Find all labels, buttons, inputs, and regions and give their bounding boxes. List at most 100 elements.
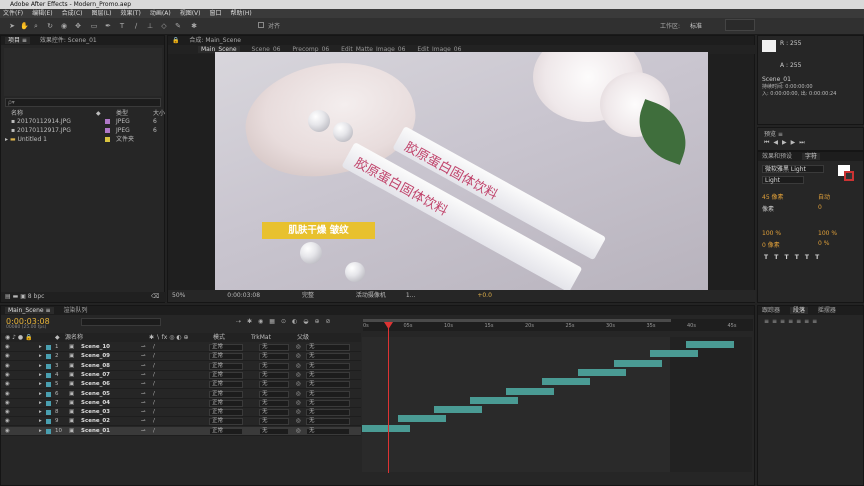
font-style-select[interactable]: Light bbox=[762, 176, 804, 184]
mode-select[interactable]: 正常 bbox=[209, 362, 243, 370]
lock-icon[interactable]: 🔒 bbox=[172, 37, 179, 44]
leading-value[interactable]: 自动 bbox=[818, 192, 830, 201]
trkmat-select[interactable]: 无 bbox=[259, 409, 289, 417]
menu-view[interactable]: 视图(V) bbox=[180, 9, 201, 18]
pickwhip-icon[interactable]: ◎ bbox=[296, 380, 301, 389]
quality-switch-icon[interactable]: ∕ bbox=[153, 343, 155, 352]
menu-composition[interactable]: 合成(C) bbox=[62, 9, 83, 18]
work-area-range[interactable] bbox=[363, 319, 671, 322]
trkmat-select[interactable]: 无 bbox=[259, 344, 289, 351]
layer-duration-bar[interactable] bbox=[614, 359, 662, 367]
tab-main-scene-timeline[interactable]: Main_Scene ≡ bbox=[5, 307, 54, 314]
eye-icon[interactable]: ◉ bbox=[5, 408, 10, 417]
pickwhip-icon[interactable]: ◎ bbox=[296, 427, 301, 436]
eraser-tool-icon[interactable]: ◇ bbox=[160, 22, 168, 30]
col-name[interactable]: 名称 bbox=[11, 110, 23, 117]
trkmat-select[interactable]: 无 bbox=[259, 390, 289, 398]
list-item[interactable]: ▪ 20170112917.JPG JPEG 6 bbox=[1, 126, 166, 135]
first-frame-icon[interactable]: ⏮ bbox=[764, 139, 773, 146]
tab-character[interactable]: 字符 bbox=[801, 153, 820, 160]
exposure-value[interactable]: +0.0 bbox=[477, 292, 492, 299]
expand-arrow-icon[interactable]: ▸ bbox=[5, 136, 8, 143]
table-row[interactable]: ◉ ▸ 2 ▣ Scene_09 ⊸ ∕ 正常 无 ◎ 无 bbox=[1, 352, 361, 362]
tab-effects-presets[interactable]: 效果和预设 bbox=[762, 153, 792, 160]
layer-name[interactable]: Scene_03 bbox=[81, 408, 110, 417]
mode-select[interactable]: 正常 bbox=[209, 381, 243, 389]
next-frame-icon[interactable]: ▶ bbox=[791, 139, 800, 146]
tab-tracker[interactable]: 跟踪器 bbox=[762, 307, 780, 314]
new-folder-icon[interactable]: ▬ bbox=[13, 293, 19, 300]
paragraph-align-buttons[interactable]: ≡≡≡≡≡≡≡ bbox=[764, 318, 820, 325]
trkmat-select[interactable]: 无 bbox=[259, 399, 289, 407]
tsume-value[interactable]: 0 % bbox=[818, 240, 829, 247]
parent-select[interactable]: 无 bbox=[306, 409, 350, 417]
layer-name[interactable]: Scene_07 bbox=[81, 371, 110, 380]
table-row[interactable]: ◉ ▸ 4 ▣ Scene_07 ⊸ ∕ 正常 无 ◎ 无 bbox=[1, 371, 361, 380]
timeline-switch-icons[interactable]: ⇢✱◉▦⊙◐◒⊕⊘ bbox=[236, 318, 337, 325]
expand-arrow-icon[interactable]: ▸ bbox=[39, 362, 42, 371]
table-row[interactable]: ◉ ▸ 8 ▣ Scene_03 ⊸ ∕ 正常 无 ◎ 无 bbox=[1, 408, 361, 418]
font-family-select[interactable]: 微软雅黑 Light bbox=[762, 165, 824, 173]
search-help-field[interactable] bbox=[725, 19, 755, 31]
table-row[interactable]: ◉ ▸ 7 ▣ Scene_04 ⊸ ∕ 正常 无 ◎ 无 bbox=[1, 399, 361, 408]
menu-effect[interactable]: 效果(T) bbox=[121, 9, 141, 18]
layer-duration-bar[interactable] bbox=[434, 406, 482, 414]
label-color-swatch[interactable] bbox=[46, 363, 51, 369]
new-comp-icon[interactable]: ▣ bbox=[20, 293, 26, 300]
layer-duration-bar[interactable] bbox=[650, 350, 698, 358]
expand-arrow-icon[interactable]: ▸ bbox=[39, 408, 42, 417]
quality-switch-icon[interactable]: ∕ bbox=[153, 371, 155, 380]
pickwhip-icon[interactable]: ◎ bbox=[296, 362, 301, 371]
shy-switch-icon[interactable]: ⊸ bbox=[141, 371, 146, 380]
parent-select[interactable]: 无 bbox=[306, 344, 350, 351]
layer-duration-bar[interactable] bbox=[686, 341, 734, 348]
eye-icon[interactable]: ◉ bbox=[5, 352, 10, 361]
type-tool-icon[interactable]: T bbox=[118, 22, 126, 30]
snap-checkbox[interactable] bbox=[258, 22, 264, 28]
timecode-display[interactable]: 0:00:03:08 bbox=[227, 292, 260, 299]
quality-switch-icon[interactable]: ∕ bbox=[153, 390, 155, 399]
layer-duration-bar[interactable] bbox=[470, 396, 518, 404]
expand-arrow-icon[interactable]: ▸ bbox=[39, 390, 42, 399]
parent-select[interactable]: 无 bbox=[306, 418, 350, 426]
pickwhip-icon[interactable]: ◎ bbox=[296, 399, 301, 408]
shy-switch-icon[interactable]: ⊸ bbox=[141, 417, 146, 426]
parent-select[interactable]: 无 bbox=[306, 390, 350, 398]
menu-file[interactable]: 文件(F) bbox=[3, 9, 23, 18]
tab-paragraph[interactable]: 段落 bbox=[789, 307, 808, 314]
brush-tool-icon[interactable]: ∕ bbox=[132, 22, 140, 30]
prev-frame-icon[interactable]: ◀ bbox=[773, 139, 782, 146]
vertical-scale-value[interactable]: 100 % bbox=[762, 230, 781, 237]
layer-name[interactable]: Scene_02 bbox=[81, 417, 110, 426]
table-row[interactable]: ◉ ▸ 10 ▣ Scene_01 ⊸ ∕ 正常 无 ◎ 无 bbox=[1, 426, 361, 436]
project-search-input[interactable]: ρ▾ bbox=[5, 98, 161, 107]
col-trkmat[interactable]: TrkMat bbox=[251, 333, 271, 342]
tab-render-queue[interactable]: 渲染队列 bbox=[63, 307, 87, 314]
list-item[interactable]: ▪ 20170112914.JPG JPEG 6 bbox=[1, 117, 166, 126]
quality-switch-icon[interactable]: ∕ bbox=[153, 408, 155, 417]
rectangle-tool-icon[interactable]: ▭ bbox=[90, 22, 98, 30]
layer-name[interactable]: Scene_09 bbox=[81, 352, 110, 361]
layer-duration-bar[interactable] bbox=[362, 424, 410, 432]
shy-switch-icon[interactable]: ⊸ bbox=[141, 408, 146, 417]
pickwhip-icon[interactable]: ◎ bbox=[296, 390, 301, 399]
trkmat-select[interactable]: 无 bbox=[259, 381, 289, 389]
menu-layer[interactable]: 图层(L) bbox=[92, 9, 112, 18]
col-source-name[interactable]: 源名称 bbox=[65, 333, 83, 342]
layer-name[interactable]: Scene_04 bbox=[81, 399, 110, 408]
camera-tool-icon[interactable]: ◉ bbox=[60, 22, 68, 30]
trkmat-select[interactable]: 无 bbox=[259, 371, 289, 379]
shy-switch-icon[interactable]: ⊸ bbox=[141, 427, 146, 436]
mode-select[interactable]: 正常 bbox=[209, 399, 243, 407]
layer-duration-bar[interactable] bbox=[578, 368, 626, 376]
tracking-value[interactable]: 0 bbox=[818, 204, 822, 211]
quality-switch-icon[interactable]: ∕ bbox=[153, 352, 155, 361]
eye-icon[interactable]: ◉ bbox=[5, 380, 10, 389]
tab-effect-controls[interactable]: 效果控件: Scene_01 bbox=[40, 37, 97, 44]
shy-switch-icon[interactable]: ⊸ bbox=[141, 390, 146, 399]
camera-select[interactable]: 活动摄像机 bbox=[356, 292, 386, 299]
mode-select[interactable]: 正常 bbox=[209, 344, 243, 351]
eye-icon[interactable]: ◉ bbox=[5, 371, 10, 380]
label-color-swatch[interactable] bbox=[46, 372, 51, 378]
parent-select[interactable]: 无 bbox=[306, 353, 350, 361]
